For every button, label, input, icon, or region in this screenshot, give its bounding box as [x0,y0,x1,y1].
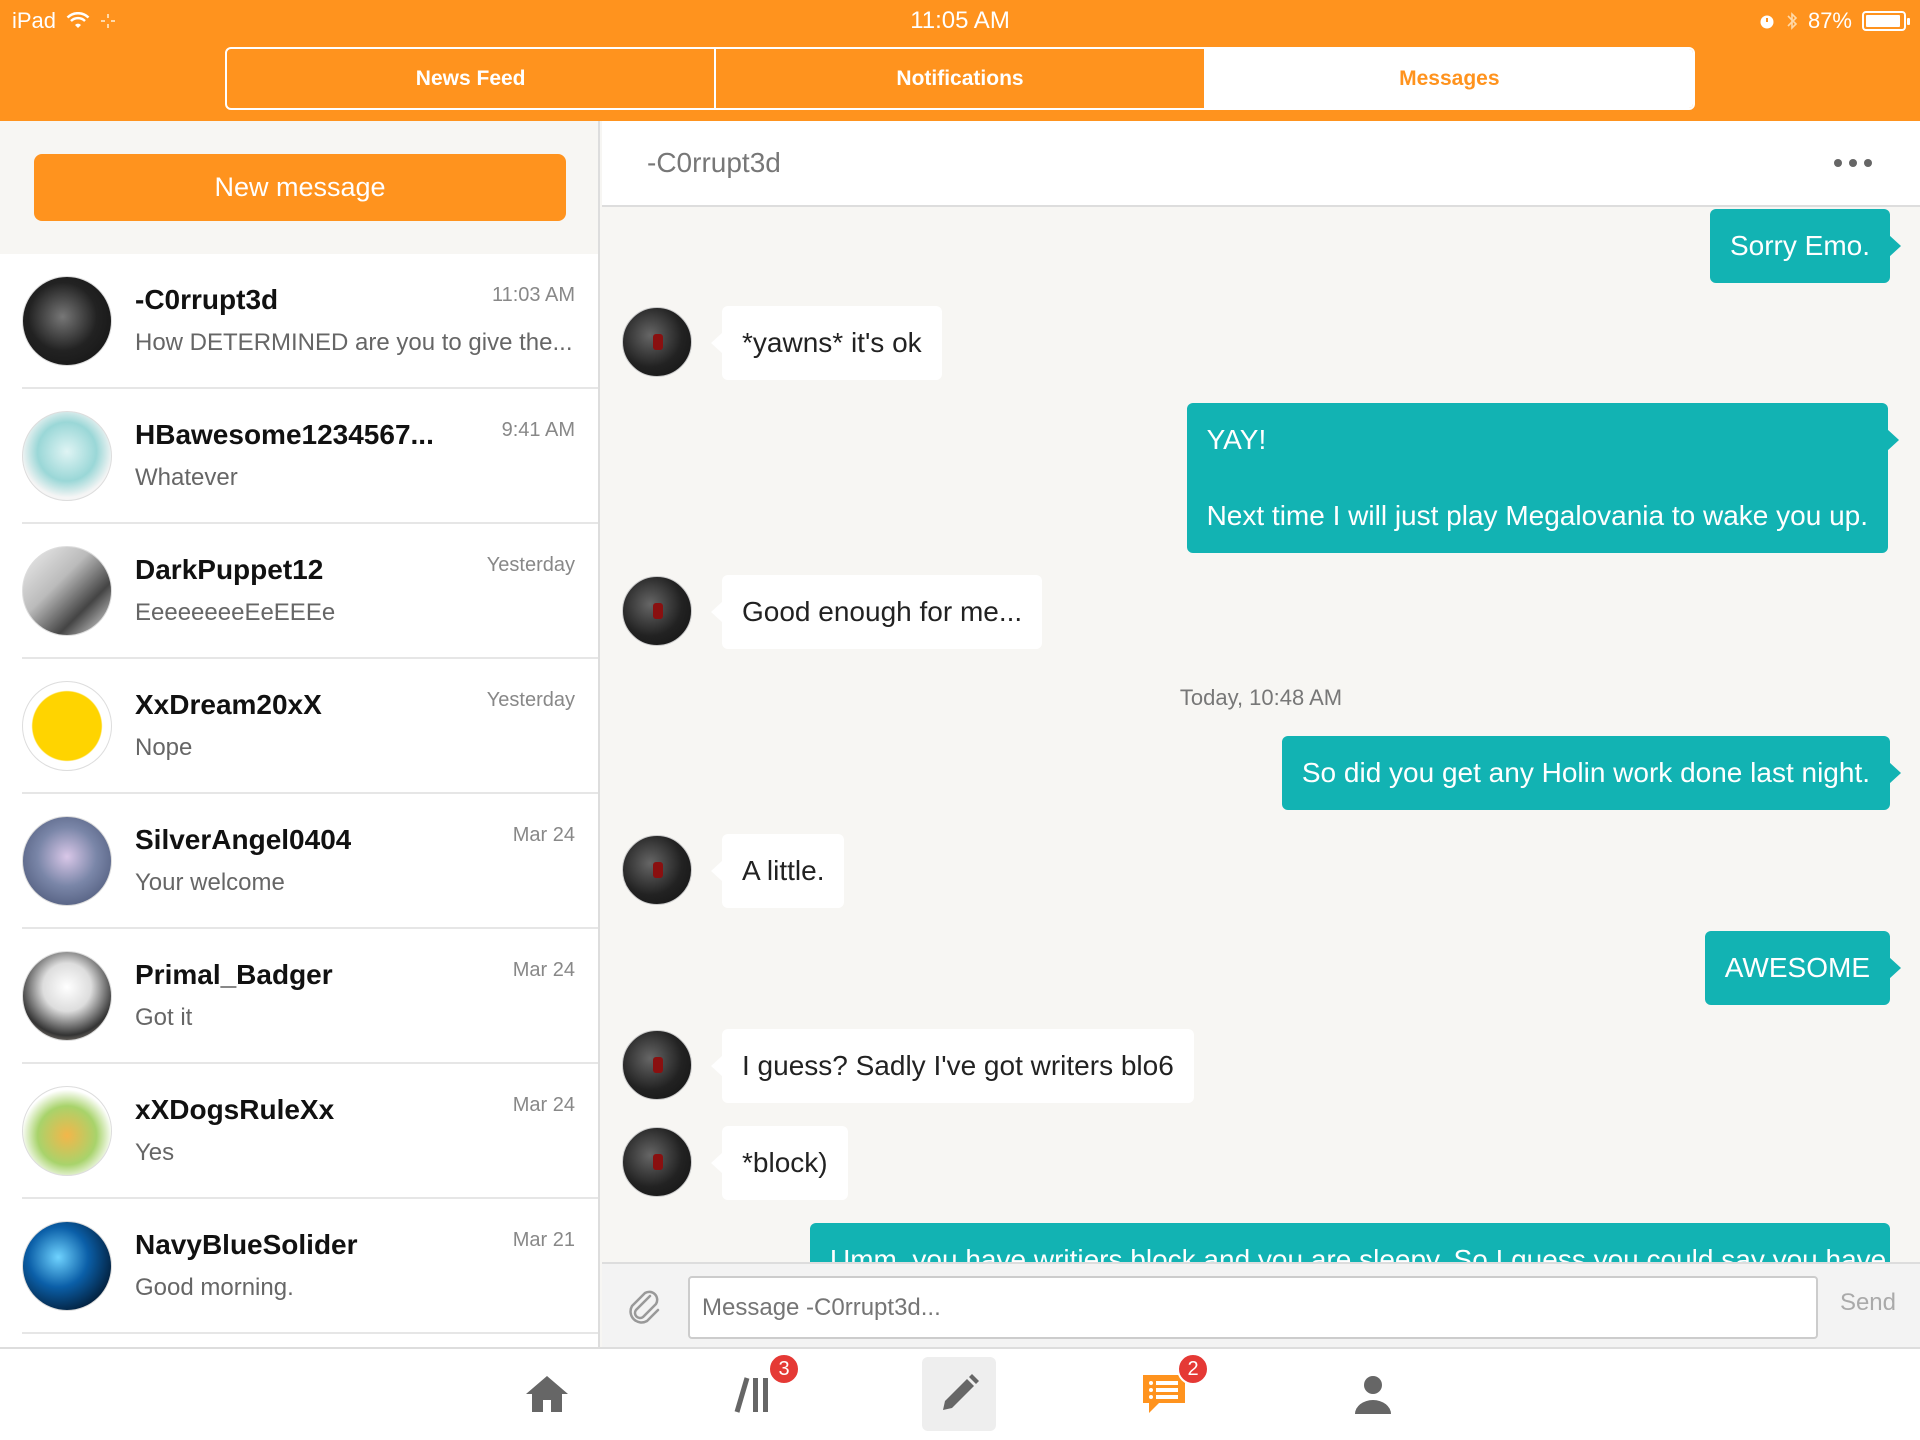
conversation-list-panel: New message -C0rrupt3d 11:03 AM How DETE… [0,121,600,1347]
message-bubble-outgoing: AWESOME [1704,931,1902,1005]
message-bubble-incoming: I guess? Sadly I've got writers blo6 [711,1029,1194,1103]
message-bubble-incoming: Good enough for me... [710,575,1043,649]
message-input[interactable] [688,1276,1818,1339]
message-bubble-incoming: A little. [710,834,845,908]
clock: 11:05 AM [910,7,1010,34]
message-thread: Sorry Emo. *yawns* it's ok YAY! Next tim… [602,207,1920,1262]
avatar [22,276,112,366]
tab-library[interactable]: 3 [718,1353,800,1431]
day-separator: Today, 10:48 AM [1179,685,1343,710]
message-bubble-outgoing: Umm, you have writiers block and you are… [810,1223,1890,1262]
tab-news-feed[interactable]: News Feed [227,49,717,108]
pencil-icon [943,1374,979,1410]
message-composer: Send [602,1262,1920,1347]
tab-profile[interactable] [1336,1357,1410,1431]
avatar [622,307,692,377]
conversation-item[interactable]: -C0rrupt3d 11:03 AM How DETERMINED are y… [22,254,598,389]
bottom-tab-bar: 3 2 [0,1347,1920,1440]
message-bubble-outgoing: Sorry Emo. [1709,209,1902,283]
send-button[interactable]: Send [1840,1289,1896,1317]
chat-title: -C0rrupt3d [647,147,781,178]
avatar [22,546,112,636]
tab-messages-inbox[interactable]: 2 [1127,1353,1209,1431]
bluetooth-icon [1787,12,1798,30]
avatar [622,835,692,905]
conversation-item[interactable]: XxDream20xX Yesterday Nope [22,659,598,794]
avatar [22,681,112,771]
tab-home[interactable] [510,1357,584,1431]
conversation-item[interactable]: SilverAngel0404 Mar 24 Your welcome [22,794,598,929]
messages-badge: 2 [1177,1353,1209,1385]
top-navigation-tabs: News Feed Notifications Messages [225,47,1695,110]
message-bubble-incoming: *block) [711,1126,848,1200]
tab-messages[interactable]: Messages [1205,49,1693,108]
avatar [622,1030,692,1100]
avatar [22,1221,112,1311]
conversation-item[interactable]: xXDogsRuleXx Mar 24 Yes [22,1064,598,1199]
attachment-paperclip-icon[interactable] [622,1284,666,1328]
avatar [22,951,112,1041]
conversation-item[interactable]: NavyBlueSolider Mar 21 Good morning. [22,1199,598,1334]
more-options-icon[interactable] [1834,159,1872,167]
conversation-item[interactable]: DarkPuppet12 Yesterday EeeeeeeeEeEEEe [22,524,598,659]
home-icon [526,1376,568,1412]
avatar [22,1086,112,1176]
new-message-button[interactable]: New message [34,154,566,221]
message-bubble-incoming: *yawns* it's ok [711,306,942,380]
alarm-icon [1760,15,1774,29]
avatar [22,411,112,501]
battery-icon [1862,11,1910,31]
profile-icon [1355,1376,1391,1414]
battery-percent: 87% [1807,8,1852,33]
tab-notifications[interactable]: Notifications [716,49,1206,108]
chat-header: -C0rrupt3d [602,121,1920,207]
tab-compose[interactable] [922,1357,996,1431]
conversation-item[interactable]: Primal_Badger Mar 24 Got it [22,929,598,1064]
top-header: iPad 11:05 AM 87% News Feed Notification… [0,0,1920,121]
message-bubble-outgoing: YAY! Next time I will just play Megalova… [1186,403,1900,553]
message-bubble-outgoing: So did you get any Holin work done last … [1281,736,1902,810]
library-badge: 3 [768,1353,800,1385]
avatar [622,1127,692,1197]
avatar [622,576,692,646]
status-bar: iPad 11:05 AM 87% [0,0,1920,40]
avatar [22,816,112,906]
conversation-item[interactable]: HBawesome1234567... 9:41 AM Whatever [22,389,598,524]
